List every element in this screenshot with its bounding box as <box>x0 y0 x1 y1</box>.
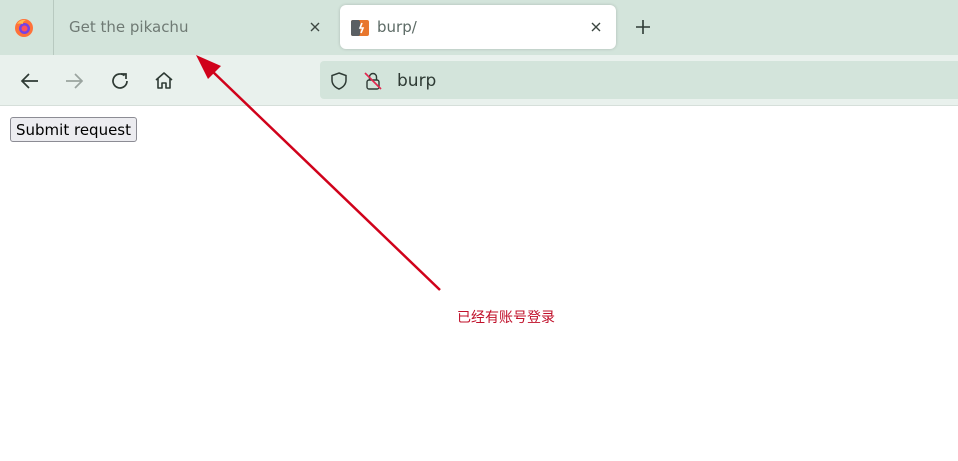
tab-burp[interactable]: burp/ <box>340 5 616 49</box>
firefox-logo-icon[interactable] <box>14 18 34 38</box>
shield-icon[interactable] <box>329 71 349 91</box>
tab-strip: Get the pikachu burp/ <box>0 0 958 55</box>
insecure-lock-icon[interactable] <box>363 71 383 91</box>
close-icon[interactable] <box>586 17 606 37</box>
back-arrow-icon[interactable] <box>19 70 41 92</box>
url-bar[interactable]: burp <box>320 61 958 99</box>
tab-title: Get the pikachu <box>69 18 189 36</box>
close-icon[interactable] <box>305 17 325 37</box>
forward-arrow-icon[interactable] <box>63 70 85 92</box>
tab-title: burp/ <box>377 18 417 36</box>
reload-icon[interactable] <box>109 70 131 92</box>
tab-get-the-pikachu[interactable]: Get the pikachu <box>56 5 334 49</box>
home-icon[interactable] <box>153 70 175 92</box>
url-text[interactable]: burp <box>397 71 436 91</box>
new-tab-plus-icon[interactable] <box>633 17 653 37</box>
submit-request-button[interactable]: Submit request <box>10 117 137 142</box>
annotation-text: 已经有账号登录 <box>457 310 555 326</box>
tab-separator <box>53 0 54 55</box>
burp-favicon-icon <box>351 20 369 36</box>
navigation-toolbar: burp <box>0 55 958 106</box>
